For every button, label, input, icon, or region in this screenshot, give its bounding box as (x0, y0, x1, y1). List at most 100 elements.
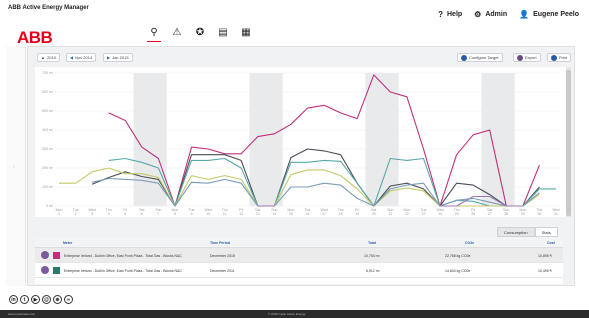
twitter-icon[interactable]: t (20, 295, 29, 304)
map-pin-icon[interactable]: ⚲ (147, 27, 161, 42)
target-icon (461, 54, 467, 61)
y-tick-label: 700 m³ (42, 71, 54, 75)
x-tick-label: 26 (471, 212, 475, 216)
award-icon[interactable]: ✪ (193, 27, 207, 38)
user-icon: 👤 (519, 10, 530, 19)
next-month-button[interactable]: ▶ Jan 2015 (103, 53, 133, 62)
col-meter[interactable]: Meter (63, 241, 72, 245)
social-links: in t ▶ @ ⊕ ∞ (9, 295, 73, 304)
x-tick-label: 23 (422, 212, 426, 216)
app-title: ABB Active Energy Manager (8, 5, 89, 11)
weekend-band (481, 73, 515, 206)
user-button[interactable]: 👤 Eugene Peelo (519, 10, 579, 19)
x-tick-label: 13 (256, 212, 260, 216)
weekend-band (133, 73, 167, 206)
x-tick-label: 15 (289, 212, 293, 216)
chart-scrollbar-thumb[interactable] (566, 70, 571, 216)
prev-month-button[interactable]: ◀ Nov 2014 (66, 53, 97, 62)
x-tick-label: 1 (58, 212, 60, 216)
x-tick-label: 9 (191, 212, 193, 216)
document-icon[interactable]: ▤ (216, 27, 230, 38)
series-swatch (53, 267, 60, 274)
email-icon[interactable]: @ (42, 295, 51, 304)
abb-logo[interactable]: ABB (17, 28, 53, 48)
col-co2[interactable]: CO2e (465, 241, 474, 245)
calendar-check-icon[interactable]: ▦ (239, 27, 253, 38)
cost: 10,895 ₹ (538, 254, 552, 258)
y-tick-label: 600 m³ (42, 90, 54, 94)
x-tick-label: 22 (405, 212, 409, 216)
sidebar-collapse-handle[interactable]: › (6, 46, 26, 286)
footer-copyright: © 2015 Cylon Active Energy (268, 312, 306, 316)
total: 6,912 m³ (366, 269, 380, 273)
x-tick-label: 16 (306, 212, 310, 216)
nav-icons: ⚲ ⚠ ✪ ▤ ▦ (147, 27, 253, 42)
col-period[interactable]: Time Period (210, 241, 230, 245)
tab-consumption[interactable]: Consumption (497, 227, 535, 237)
x-tick-label: 14 (272, 212, 276, 216)
x-tick-label: 24 (438, 212, 442, 216)
x-tick-label: 25 (455, 212, 459, 216)
x-tick-label: 5 (124, 212, 126, 216)
link-icon[interactable]: ∞ (64, 295, 73, 304)
admin-button[interactable]: ⚙ Admin (474, 10, 507, 19)
meter-name: Enterprise Ireland - Dublin Office, East… (64, 254, 182, 258)
x-tick-label: 30 (537, 212, 541, 216)
x-tick-label: 21 (388, 212, 392, 216)
triangle-up-icon: ▲ (41, 55, 45, 60)
remove-row-icon[interactable] (41, 266, 49, 274)
configure-target-button[interactable]: Configure Target (457, 53, 503, 62)
footer-url[interactable]: www.cylonbase.com (8, 312, 35, 316)
gear-icon: ⚙ (474, 10, 482, 19)
x-tick-label: 12 (239, 212, 243, 216)
x-tick-label: 27 (488, 212, 492, 216)
export-button[interactable]: Export (513, 53, 541, 62)
view-tabs: Consumption Stats (497, 227, 558, 237)
x-tick-label: 4 (108, 212, 110, 216)
total: 10,754 m³ (364, 254, 380, 258)
chart-svg: 700 m³ 600 m³ 500 m³ 400 m³ 300 m³ 200 m³ 100 … (42, 71, 560, 216)
y-tick-label: 200 m³ (42, 166, 54, 170)
co2: 22,768 kg CO2e (445, 254, 471, 258)
tab-stats[interactable]: Stats (534, 227, 558, 237)
co2: 14,844 kg CO2e (445, 269, 471, 273)
table-row[interactable]: Enterprise Ireland - Dublin Office, East… (35, 248, 563, 263)
x-tick-label: 17 (322, 212, 326, 216)
footer: www.cylonbase.com © 2015 Cylon Active En… (0, 310, 589, 318)
help-button[interactable]: ? Help (438, 10, 462, 19)
period: December 2011 (210, 269, 235, 273)
cost: 10,495 ₹ (538, 269, 552, 273)
x-tick-label: 6 (141, 212, 143, 216)
y-tick-label: 100 m³ (42, 185, 54, 189)
top-right-menu: ? Help ⚙ Admin 👤 Eugene Peelo (438, 10, 579, 19)
export-icon (517, 54, 523, 61)
remove-row-icon[interactable] (41, 251, 49, 259)
col-cost[interactable]: Cost (547, 241, 555, 245)
y-tick-label: 500 m³ (42, 109, 54, 113)
col-total[interactable]: Total (368, 241, 376, 245)
x-tick-label: 2 (75, 212, 77, 216)
triangle-right-icon: ▶ (107, 55, 111, 60)
x-tick-label: 7 (157, 212, 159, 216)
y-tick-label: 300 m³ (42, 147, 54, 151)
youtube-icon[interactable]: ▶ (31, 295, 40, 304)
series-swatch (53, 252, 60, 259)
meter-name: Enterprise Ireland - Dublin Office, East… (64, 269, 182, 273)
linkedin-icon[interactable]: in (9, 295, 18, 304)
globe-icon[interactable]: ⊕ (53, 295, 62, 304)
print-icon (551, 54, 557, 61)
warning-icon[interactable]: ⚠ (170, 27, 184, 38)
question-icon: ? (438, 10, 443, 19)
x-tick-label: 10 (206, 212, 210, 216)
year-button[interactable]: ▲ 2014 (37, 53, 60, 62)
triangle-left-icon: ◀ (70, 55, 74, 60)
x-tick-label: 31 (554, 212, 558, 216)
period: December 2015 (210, 254, 235, 258)
line-chart: 700 m³ 600 m³ 500 m³ 400 m³ 300 m³ 200 m³ 100 … (35, 67, 568, 217)
table-row[interactable]: Enterprise Ireland - Dublin Office, East… (35, 263, 563, 278)
x-tick-label: 28 (504, 212, 508, 216)
y-tick-label: 400 m³ (42, 128, 54, 132)
x-tick-label: 18 (339, 212, 343, 216)
table-header: Meter Time Period Total CO2e Cost (35, 238, 563, 248)
print-button[interactable]: Print (547, 53, 572, 62)
